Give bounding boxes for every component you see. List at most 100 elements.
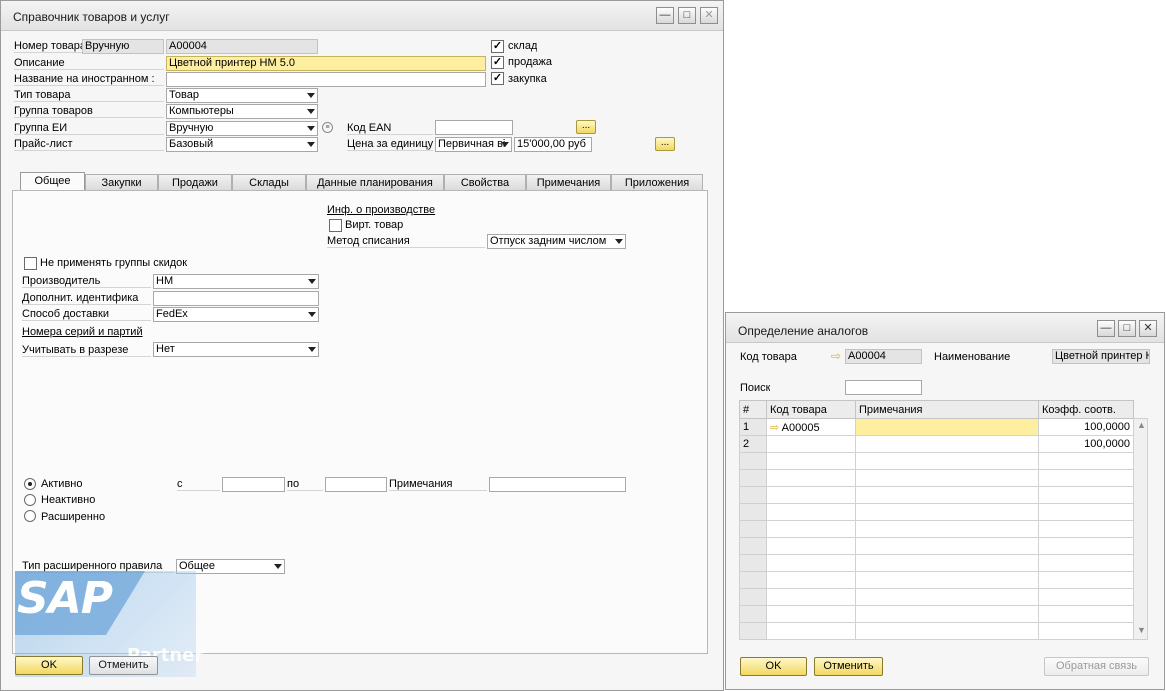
item-number-label: Номер товара bbox=[14, 40, 82, 53]
item-group-value: Компьютеры bbox=[169, 105, 234, 117]
alt-name-field[interactable]: Цветной принтер Н bbox=[1052, 349, 1150, 364]
item-type-select[interactable]: Товар bbox=[166, 88, 318, 103]
minimize-icon[interactable]: — bbox=[656, 7, 674, 24]
manufacturer-select[interactable]: HM bbox=[153, 274, 319, 289]
link-arrow-icon[interactable]: ⇨ bbox=[831, 349, 841, 363]
unit-price-browse-button[interactable]: ... bbox=[655, 137, 675, 151]
factor-cell[interactable]: 100,0000 bbox=[1038, 435, 1134, 453]
tab-properties[interactable]: Свойства bbox=[444, 174, 526, 191]
item-group-label: Группа товаров bbox=[14, 105, 164, 118]
item-code-cell[interactable] bbox=[766, 435, 856, 453]
minimize-icon[interactable]: — bbox=[1097, 320, 1115, 337]
column-header-match-factor[interactable]: Коэфф. соотв. bbox=[1038, 400, 1134, 419]
alt-item-code-field[interactable]: A00004 bbox=[845, 349, 922, 364]
tab-attachments[interactable]: Приложения bbox=[611, 174, 703, 191]
price-list-select[interactable]: Базовый bbox=[166, 137, 318, 152]
tab-purchasing[interactable]: Закупки bbox=[85, 174, 158, 191]
remarks-cell[interactable] bbox=[855, 418, 1039, 436]
tab-sales[interactable]: Продажи bbox=[158, 174, 232, 191]
close-icon[interactable]: ✕ bbox=[1139, 320, 1157, 337]
status-remarks-field[interactable] bbox=[489, 477, 626, 492]
status-inactive-label: Неактивно bbox=[41, 494, 96, 506]
warehouse-item-label: склад bbox=[508, 40, 538, 52]
issue-method-select[interactable]: Отпуск задним числом bbox=[487, 234, 626, 249]
uom-group-select[interactable]: Вручную bbox=[166, 121, 318, 136]
item-code-cell[interactable]: ⇨ A00005 bbox=[766, 418, 856, 436]
tab-inventory[interactable]: Склады bbox=[232, 174, 306, 191]
row-number[interactable]: 2 bbox=[739, 435, 767, 453]
table-row[interactable] bbox=[739, 452, 1134, 470]
ean-browse-button[interactable]: ... bbox=[576, 120, 596, 134]
table-row[interactable] bbox=[739, 622, 1134, 640]
uom-group-value: Вручную bbox=[169, 122, 214, 134]
serial-batch-link[interactable]: Номера серий и партий bbox=[22, 326, 143, 338]
title-bar[interactable]: Справочник товаров и услуг — □ ✕ bbox=[1, 1, 723, 31]
column-header-remarks[interactable]: Примечания bbox=[855, 400, 1039, 419]
table-row[interactable] bbox=[739, 554, 1134, 572]
table-row[interactable]: 1 ⇨ A00005 100,0000 bbox=[739, 418, 1134, 436]
shipping-label: Способ доставки bbox=[22, 308, 151, 321]
item-master-window: Справочник товаров и услуг — □ ✕ Номер т… bbox=[0, 0, 724, 691]
item-group-select[interactable]: Компьютеры bbox=[166, 104, 318, 119]
item-number-field[interactable]: A00004 bbox=[166, 39, 318, 54]
alt-ok-button[interactable]: OK bbox=[740, 657, 807, 676]
table-scrollbar[interactable]: ▲ ▼ bbox=[1133, 418, 1148, 640]
table-row[interactable] bbox=[739, 469, 1134, 487]
warehouse-item-checkbox[interactable]: ✓ bbox=[491, 40, 504, 53]
scroll-up-icon[interactable]: ▲ bbox=[1137, 420, 1146, 430]
maximize-icon[interactable]: □ bbox=[1118, 320, 1136, 337]
to-date-field[interactable] bbox=[325, 477, 387, 492]
table-row[interactable] bbox=[739, 605, 1134, 623]
ean-field[interactable] bbox=[435, 120, 513, 135]
description-field[interactable]: Цветной принтер HM 5.0 bbox=[166, 56, 486, 71]
alt-search-field[interactable] bbox=[845, 380, 922, 395]
status-advanced-radio[interactable] bbox=[24, 510, 36, 522]
cancel-button[interactable]: Отменить bbox=[89, 656, 158, 675]
column-header-item-code[interactable]: Код товара bbox=[766, 400, 856, 419]
shipping-select[interactable]: FedEx bbox=[153, 307, 319, 322]
additional-id-field[interactable] bbox=[153, 291, 319, 306]
scroll-down-icon[interactable]: ▼ bbox=[1137, 625, 1146, 635]
sales-item-checkbox[interactable]: ✓ bbox=[491, 56, 504, 69]
factor-cell[interactable]: 100,0000 bbox=[1038, 418, 1134, 436]
row-number[interactable]: 1 bbox=[739, 418, 767, 436]
unit-price-field[interactable]: 15'000,00 руб bbox=[514, 137, 592, 152]
purchase-item-checkbox[interactable]: ✓ bbox=[491, 72, 504, 85]
column-header-number[interactable]: # bbox=[739, 400, 767, 419]
item-type-label: Тип товара bbox=[14, 89, 164, 102]
table-row[interactable] bbox=[739, 588, 1134, 606]
tab-planning[interactable]: Данные планирования bbox=[306, 174, 444, 191]
virtual-item-checkbox[interactable] bbox=[329, 219, 342, 232]
status-inactive-radio[interactable] bbox=[24, 494, 36, 506]
manufacturing-info-link[interactable]: Инф. о производстве bbox=[327, 204, 435, 216]
link-arrow-icon[interactable]: ⇨ bbox=[770, 422, 779, 434]
table-row[interactable] bbox=[739, 571, 1134, 589]
uom-info-icon[interactable]: ≡ bbox=[322, 122, 333, 133]
purchase-item-label: закупка bbox=[508, 73, 547, 85]
from-date-field[interactable] bbox=[222, 477, 285, 492]
tab-general[interactable]: Общее bbox=[20, 172, 85, 191]
table-row[interactable] bbox=[739, 520, 1134, 538]
status-active-radio[interactable] bbox=[24, 478, 36, 490]
dropdown-arrow-icon bbox=[307, 109, 315, 114]
close-icon[interactable]: ✕ bbox=[700, 7, 718, 24]
ok-button[interactable]: OK bbox=[15, 656, 83, 675]
no-discount-checkbox[interactable] bbox=[24, 257, 37, 270]
unit-price-uom-select[interactable]: Первичная ві bbox=[435, 137, 512, 152]
table-row[interactable] bbox=[739, 503, 1134, 521]
status-active-label: Активно bbox=[41, 478, 83, 490]
ean-label: Код EAN bbox=[347, 122, 433, 135]
foreign-name-field[interactable] bbox=[166, 72, 486, 87]
maximize-icon[interactable]: □ bbox=[678, 7, 696, 24]
manage-by-select[interactable]: Нет bbox=[153, 342, 319, 357]
tab-remarks[interactable]: Примечания bbox=[526, 174, 611, 191]
alt-item-code-label: Код товара bbox=[740, 351, 797, 363]
alt-title-bar[interactable]: Определение аналогов — □ ✕ bbox=[726, 313, 1164, 343]
table-row[interactable] bbox=[739, 486, 1134, 504]
table-row[interactable]: 2 100,0000 bbox=[739, 435, 1134, 453]
alt-cancel-button[interactable]: Отменить bbox=[814, 657, 883, 676]
remarks-cell[interactable] bbox=[855, 435, 1039, 453]
item-number-mode-field[interactable]: Вручную bbox=[82, 39, 164, 54]
table-row[interactable] bbox=[739, 537, 1134, 555]
feedback-button[interactable]: Обратная связь bbox=[1044, 657, 1149, 676]
